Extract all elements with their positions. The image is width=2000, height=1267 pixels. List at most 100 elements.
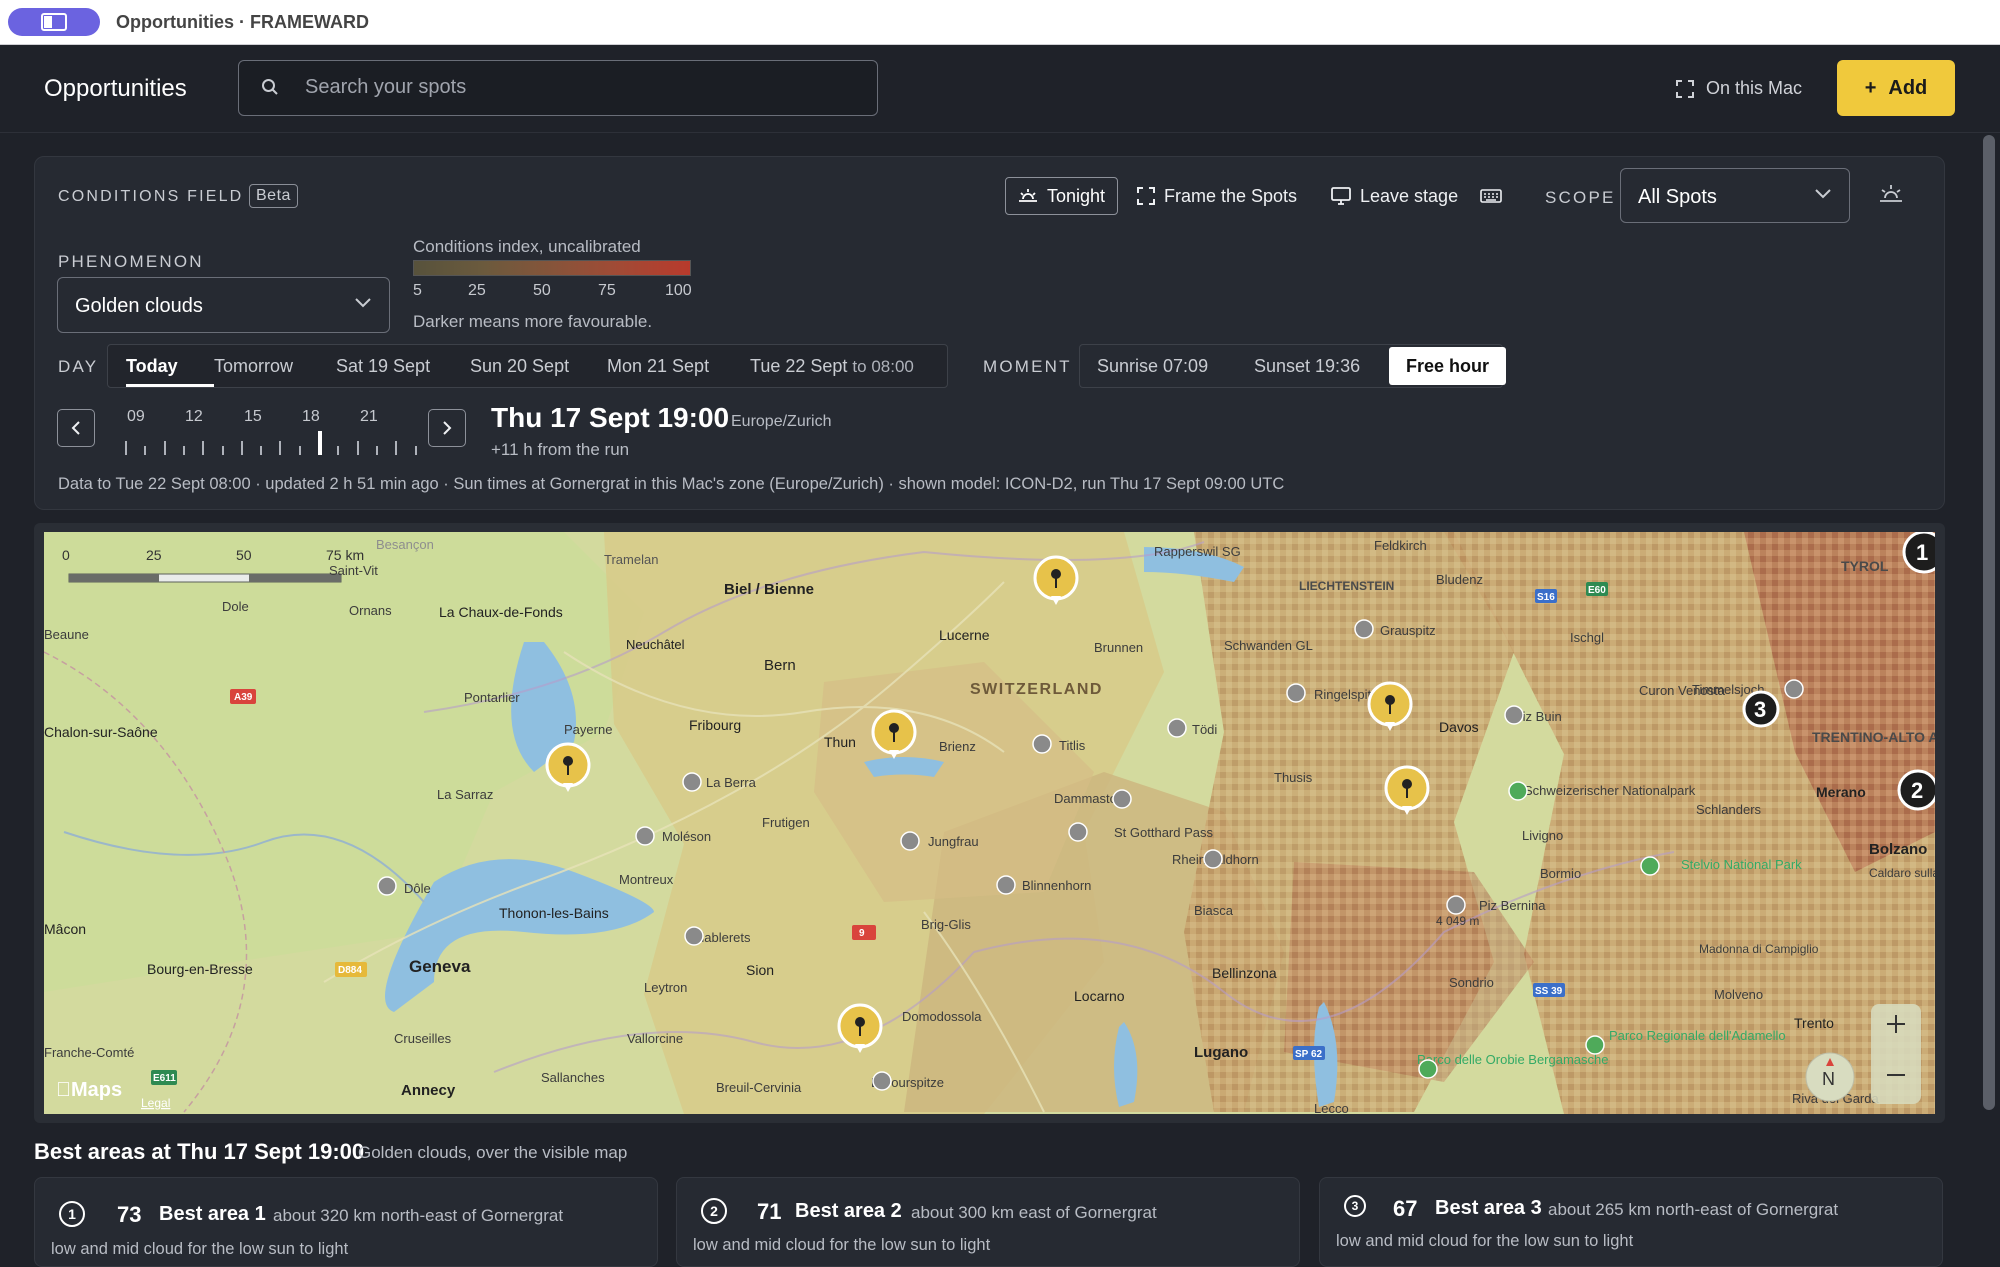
sunrise-icon — [1880, 185, 1902, 202]
frame-spots-button[interactable]: Frame the Spots — [1137, 177, 1297, 215]
svg-text:Brig-Glis: Brig-Glis — [921, 917, 971, 932]
page-title: Opportunities — [44, 75, 187, 102]
index-ticks: 5 25 50 75 100 — [413, 282, 703, 304]
svg-text:Grauspitz: Grauspitz — [1380, 623, 1436, 638]
search-input[interactable] — [305, 61, 845, 114]
scale-label: 50 — [236, 547, 252, 563]
hour-tick — [221, 446, 224, 455]
scrollbar[interactable] — [1982, 135, 1996, 1250]
hour-slider[interactable] — [115, 429, 417, 459]
svg-text:Jungfrau: Jungfrau — [928, 834, 979, 849]
best-area-marker-3[interactable]: 3 — [1742, 690, 1780, 728]
best-area-card-1[interactable]: 1 73 Best area 1 about 320 km north-east… — [34, 1177, 658, 1267]
daylight-toggle[interactable] — [1878, 183, 1904, 210]
svg-text:Caldaro sulla Strada del Vino: Caldaro sulla Strada del Vino — [1869, 866, 1935, 880]
hour-label: 09 — [127, 408, 145, 425]
phenomenon-select[interactable]: Golden clouds — [57, 277, 390, 333]
best-area-marker-1[interactable]: 1 — [1902, 532, 1935, 574]
svg-text:Beaune: Beaune — [44, 627, 89, 642]
tab-today[interactable]: Today — [126, 345, 178, 387]
svg-text:Stelvio National Park: Stelvio National Park — [1681, 857, 1802, 872]
svg-text:Vallorcine: Vallorcine — [627, 1031, 683, 1046]
svg-text:Bourg-en-Bresse: Bourg-en-Bresse — [147, 961, 253, 977]
hour-tick — [260, 446, 263, 455]
area-score: 67 — [1393, 1196, 1418, 1221]
svg-text:Schweizerischer Nationalpark: Schweizerischer Nationalpark — [1524, 783, 1696, 798]
svg-text:Montreux: Montreux — [619, 872, 674, 887]
rank-badge: 3 — [1344, 1195, 1366, 1217]
conditions-label: CONDITIONS FIELD — [58, 188, 244, 205]
leave-stage-button[interactable]: Leave stage — [1331, 177, 1458, 215]
hour-label: 12 — [185, 408, 203, 425]
tab-free-hour[interactable]: Free hour — [1389, 347, 1506, 385]
tab-sunset[interactable]: Sunset 19:36 — [1254, 345, 1360, 387]
svg-text:Merano: Merano — [1816, 784, 1866, 800]
svg-text:Payerne: Payerne — [564, 722, 612, 737]
active-tab-underline — [126, 384, 214, 387]
tab-tomorrow[interactable]: Tomorrow — [214, 345, 293, 387]
next-hour-button[interactable] — [428, 409, 466, 447]
sidebar-toggle-button[interactable] — [8, 8, 100, 36]
tab-sunrise[interactable]: Sunrise 07:09 — [1097, 345, 1208, 387]
compass[interactable]: N — [1805, 1052, 1855, 1102]
previous-hour-button[interactable] — [57, 409, 95, 447]
hour-tick — [395, 441, 398, 455]
search-icon — [262, 79, 278, 95]
svg-text:Domodossola: Domodossola — [902, 1009, 982, 1024]
country-label: SWITZERLAND — [970, 681, 1103, 698]
location-label: On this Mac — [1706, 78, 1803, 98]
svg-text:Besançon: Besançon — [376, 537, 434, 552]
best-area-marker-2[interactable]: 2 — [1897, 769, 1935, 811]
tonight-button[interactable]: Tonight — [1005, 177, 1118, 215]
svg-text:Rapperswil SG: Rapperswil SG — [1154, 544, 1241, 559]
tab-tue[interactable]: Tue 22 Sept to 08:00 — [750, 345, 914, 387]
svg-text:Lugano: Lugano — [1194, 1044, 1248, 1061]
day-tabs: Today Tomorrow Sat 19 Sept Sun 20 Sept M… — [107, 344, 948, 388]
search-box[interactable] — [238, 60, 878, 116]
svg-text:Pontarlier: Pontarlier — [464, 690, 520, 705]
svg-text:S16: S16 — [1537, 592, 1555, 603]
svg-text:Parco delle Orobie Bergamasche: Parco delle Orobie Bergamasche — [1417, 1052, 1609, 1067]
zoom-controls[interactable] — [1871, 1004, 1921, 1104]
area-description: low and mid cloud for the low sun to lig… — [1336, 1232, 1634, 1250]
tab-sun[interactable]: Sun 20 Sept — [470, 345, 569, 387]
best-areas-subtitle: Golden clouds, over the visible map — [358, 1143, 628, 1162]
best-area-card-3[interactable]: 3 67 Best area 3 about 265 km north-east… — [1319, 1177, 1943, 1267]
map-view[interactable]: 0 25 50 75 km Besançon Biel / Bienne Luc… — [44, 532, 1935, 1114]
svg-text:Leytron: Leytron — [644, 980, 687, 995]
svg-text:Sion: Sion — [746, 962, 774, 978]
svg-text:9: 9 — [859, 928, 865, 939]
svg-text:Thun: Thun — [824, 734, 856, 750]
tab-sat[interactable]: Sat 19 Sept — [336, 345, 430, 387]
svg-text:2: 2 — [1911, 778, 1923, 803]
keyboard-icon — [1480, 189, 1502, 203]
svg-text:Brunnen: Brunnen — [1094, 640, 1143, 655]
svg-text:Piz Bernina: Piz Bernina — [1479, 898, 1546, 913]
svg-text:Titlis: Titlis — [1059, 738, 1086, 753]
svg-text:Sondrio: Sondrio — [1449, 975, 1494, 990]
svg-text:D884: D884 — [338, 965, 362, 976]
tab-mon[interactable]: Mon 21 Sept — [607, 345, 709, 387]
scope-select[interactable]: All Spots — [1620, 168, 1850, 223]
svg-text:Thonon-les-Bains: Thonon-les-Bains — [499, 905, 609, 921]
svg-text:TRENTINO-ALTO ADIGE/SUDTIROL: TRENTINO-ALTO ADIGE/SUDTIROL — [1812, 729, 1935, 745]
best-area-card-2[interactable]: 2 71 Best area 2 about 300 km east of Go… — [676, 1177, 1300, 1267]
svg-text:Curon Venosta: Curon Venosta — [1639, 683, 1726, 698]
frame-spots-label: Frame the Spots — [1164, 185, 1298, 206]
location-toggle[interactable]: On this Mac — [1676, 78, 1802, 99]
plus-icon: + — [1864, 76, 1877, 99]
hour-tick — [337, 446, 340, 455]
moment-label: MOMENT — [983, 357, 1072, 376]
keyboard-button[interactable] — [1480, 177, 1502, 215]
svg-text:Moléson: Moléson — [662, 829, 711, 844]
scrollbar-thumb[interactable] — [1983, 135, 1995, 1110]
hour-tick — [279, 441, 282, 455]
svg-text:Biel / Bienne: Biel / Bienne — [724, 581, 814, 598]
moment-tabs: Sunrise 07:09 Sunset 19:36 Free hour — [1079, 344, 1506, 388]
svg-text:Schwanden GL: Schwanden GL — [1224, 638, 1313, 653]
scale-label: 25 — [146, 547, 162, 563]
svg-text:Dôle: Dôle — [404, 881, 431, 896]
hour-slider-thumb[interactable] — [318, 431, 322, 455]
svg-text:Fribourg: Fribourg — [689, 717, 741, 733]
add-button[interactable]: + Add — [1837, 60, 1955, 116]
